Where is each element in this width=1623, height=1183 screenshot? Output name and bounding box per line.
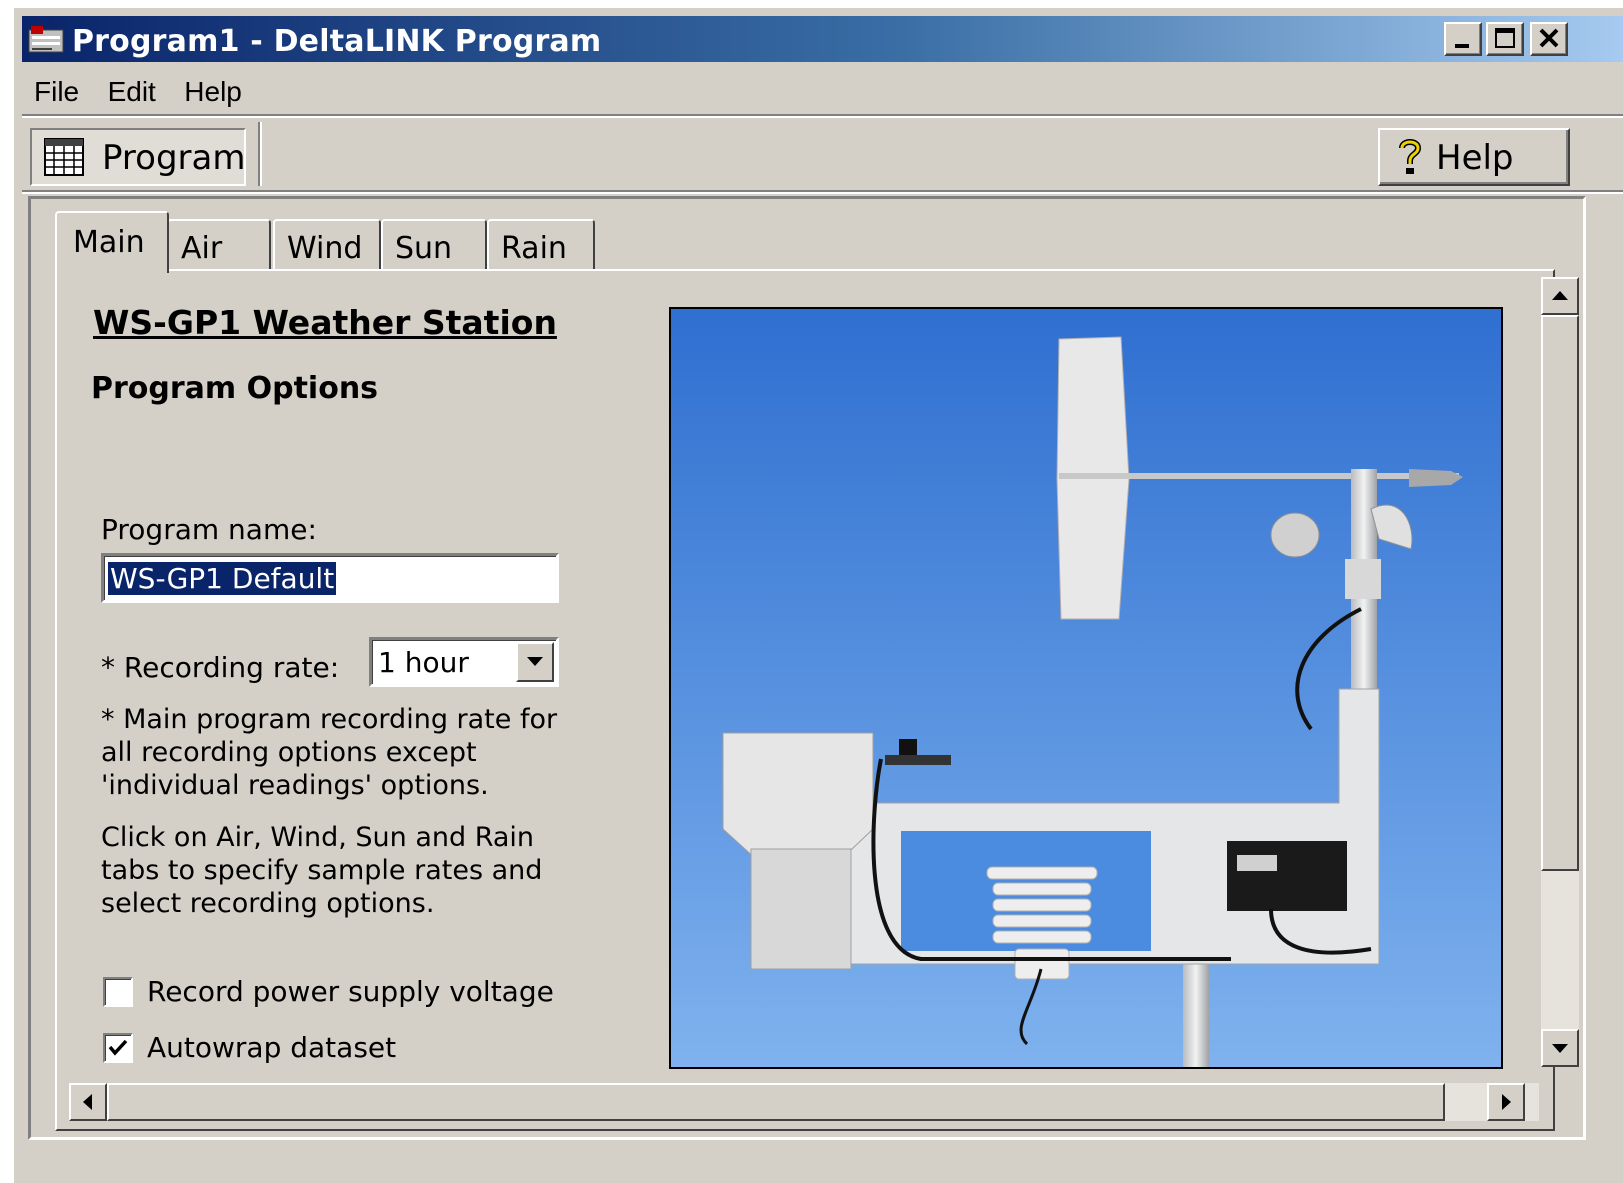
tab-wind[interactable]: Wind <box>273 219 381 271</box>
program-grid-icon <box>44 138 84 185</box>
record-voltage-checkbox[interactable] <box>103 977 133 1007</box>
minimize-button[interactable] <box>1444 22 1482 56</box>
program-name-value: WS-GP1 Default <box>108 562 337 595</box>
horizontal-scroll-thumb[interactable] <box>107 1083 1445 1121</box>
arrow-up-icon <box>1552 291 1568 300</box>
help-question-icon <box>1394 136 1426 185</box>
scroll-down-button[interactable] <box>1541 1029 1579 1067</box>
checkmark-icon <box>108 1039 128 1056</box>
tabs-instruction-note: Click on Air, Wind, Sun and Rain tabs to… <box>101 822 543 919</box>
tab-rain-label: Rain <box>501 231 567 266</box>
scroll-right-button[interactable] <box>1487 1083 1525 1121</box>
window-title: Program1 - DeltaLINK Program <box>72 24 602 59</box>
tab-wind-label: Wind <box>287 231 363 266</box>
vertical-scroll-thumb[interactable] <box>1541 315 1579 871</box>
application-window: Program1 - DeltaLINK Program File Edit H… <box>14 8 1623 1183</box>
program-button[interactable]: Program <box>30 128 246 186</box>
program-name-label: Program name: <box>101 513 317 546</box>
program-button-label: Program <box>102 138 246 178</box>
tab-main-label: Main <box>73 225 145 260</box>
station-title: WS-GP1 Weather Station <box>93 303 557 342</box>
tab-air-label: Air <box>181 231 223 266</box>
recording-rate-note: * Main program recording rate for all re… <box>101 704 558 801</box>
record-voltage-label[interactable]: Record power supply voltage <box>147 975 554 1008</box>
recording-rate-label: * Recording rate: <box>101 651 340 684</box>
weather-station-photo <box>669 307 1503 1069</box>
menu-help[interactable]: Help <box>172 68 254 108</box>
menu-separator <box>22 114 1623 118</box>
recording-rate-select[interactable]: 1 hour <box>369 637 559 687</box>
close-button[interactable] <box>1530 22 1568 56</box>
section-title: Program Options <box>91 371 379 406</box>
menu-edit[interactable]: Edit <box>96 68 168 108</box>
maximize-button[interactable] <box>1486 22 1524 56</box>
scroll-up-button[interactable] <box>1541 277 1579 315</box>
close-icon <box>1539 28 1559 48</box>
help-button[interactable]: Help <box>1378 128 1570 186</box>
autowrap-label[interactable]: Autowrap dataset <box>147 1031 396 1064</box>
tab-rain[interactable]: Rain <box>487 219 595 271</box>
toolbar-separator <box>258 122 262 186</box>
menu-bar: File Edit Help <box>22 68 1623 114</box>
recording-rate-dropdown-button[interactable] <box>516 642 554 682</box>
tab-main[interactable]: Main <box>55 211 169 273</box>
app-icon[interactable] <box>28 24 64 54</box>
arrow-right-icon <box>1502 1094 1511 1110</box>
main-tab-panel: WS-GP1 Weather Station Program Options P… <box>55 269 1579 1131</box>
recording-rate-value: 1 hour <box>378 646 469 679</box>
horizontal-scrollbar[interactable] <box>69 1083 1539 1121</box>
help-button-label: Help <box>1436 138 1514 178</box>
maximize-icon <box>1495 28 1515 48</box>
tab-air[interactable]: Air <box>167 219 271 271</box>
tab-sun-label: Sun <box>395 231 453 266</box>
arrow-down-icon <box>1552 1044 1568 1053</box>
vertical-scrollbar[interactable] <box>1541 277 1579 1067</box>
client-area: Main Air Wind Sun Rain WS-GP1 Weather St… <box>28 196 1586 1140</box>
toolbar-bottom-separator <box>22 190 1623 194</box>
minimize-icon <box>1455 44 1469 48</box>
title-bar[interactable]: Program1 - DeltaLINK Program <box>22 16 1623 62</box>
tab-sun[interactable]: Sun <box>381 219 487 271</box>
arrow-left-icon <box>83 1094 92 1110</box>
menu-file[interactable]: File <box>22 68 91 108</box>
chevron-down-icon <box>527 657 543 666</box>
autowrap-checkbox[interactable] <box>103 1033 133 1063</box>
program-name-input[interactable]: WS-GP1 Default <box>101 553 559 603</box>
scroll-left-button[interactable] <box>69 1083 107 1121</box>
